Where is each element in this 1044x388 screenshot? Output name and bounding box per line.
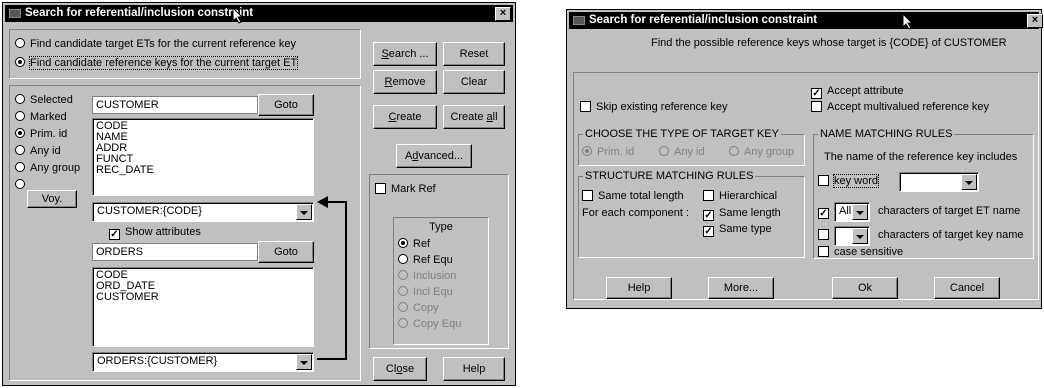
group-title: CHOOSE THE TYPE OF TARGET KEY — [583, 128, 781, 141]
mark-ref-panel: Mark Ref Type Ref Ref Equ Inclusion Incl… — [369, 174, 509, 349]
for-each-component-label: For each component : — [582, 207, 690, 219]
target-key-group: CHOOSE THE TYPE OF TARGET KEY Prim. id A… — [578, 128, 805, 166]
chevron-down-icon — [296, 354, 312, 370]
close-button[interactable]: Close — [373, 357, 427, 381]
list-item[interactable]: CUSTOMER — [93, 292, 313, 303]
right-dialog: Search for referential/inclusion constra… — [566, 9, 1043, 309]
reset-button[interactable]: Reset — [443, 42, 505, 66]
same-length-checkbox[interactable]: ✓ Same length — [703, 207, 781, 221]
close-icon[interactable]: × — [495, 7, 511, 21]
mode-radio-reference-keys[interactable]: Find candidate reference keys for the cu… — [15, 56, 299, 70]
type-title: Type — [429, 221, 453, 233]
clear-button[interactable]: Clear — [443, 70, 505, 94]
radio-any-id[interactable]: Any id — [15, 145, 61, 158]
cursor-icon — [903, 14, 914, 30]
system-menu-icon[interactable] — [9, 9, 21, 18]
left-title: Search for referential/inclusion constra… — [25, 7, 254, 19]
radio-any-group[interactable]: Any group — [15, 162, 80, 175]
target-et-count-combo[interactable]: All — [834, 202, 870, 222]
radio-icon — [15, 38, 25, 48]
same-type-checkbox[interactable]: ✓ Same type — [703, 223, 772, 237]
left-dialog: Search for referential/inclusion constra… — [2, 2, 516, 386]
chevron-down-icon — [961, 174, 977, 190]
case-sensitive-checkbox[interactable]: case sensitive — [818, 246, 903, 259]
ok-button[interactable]: Ok — [832, 277, 898, 299]
chevron-down-icon — [852, 204, 868, 220]
create-all-button[interactable]: Create all — [443, 105, 505, 129]
type-radio-incl-equ[interactable]: Incl Equ — [398, 286, 453, 299]
radio-prim-id[interactable]: Prim. id — [582, 146, 634, 159]
group-title: NAME MATCHING RULES — [818, 128, 955, 141]
radio-selected-icon — [15, 57, 25, 67]
et1-attribute-list[interactable]: CODE NAME ADDR FUNCT REC_DATE — [92, 118, 314, 196]
skip-existing-checkbox[interactable]: Skip existing reference key — [580, 101, 727, 114]
hierarchical-checkbox[interactable]: Hierarchical — [703, 190, 777, 203]
list-item[interactable]: REC_DATE — [93, 165, 313, 176]
goto-button-1[interactable]: Goto — [258, 94, 314, 116]
type-group: Type Ref Ref Equ Inclusion Incl Equ Copy… — [393, 217, 489, 345]
selection-panel: Selected Marked Prim. id Any id Any grou… — [9, 85, 361, 381]
type-radio-copy[interactable]: Copy — [398, 302, 439, 315]
target-et-name-checkbox[interactable]: ✓ — [818, 205, 834, 219]
name-rules-group: NAME MATCHING RULES The name of the refe… — [813, 128, 1034, 259]
accept-attribute-checkbox[interactable]: ✓ Accept attribute — [811, 85, 903, 99]
chevron-down-icon — [296, 204, 312, 220]
group-title: STRUCTURE MATCHING RULES — [583, 170, 756, 183]
cursor-icon — [233, 8, 244, 24]
type-radio-copy-equ[interactable]: Copy Equ — [398, 318, 461, 331]
target-et-label: characters of target ET name — [878, 205, 1021, 217]
search-button[interactable]: Search ... — [373, 42, 437, 66]
target-key-label: characters of target key name — [878, 229, 1024, 241]
mark-ref-checkbox[interactable]: Mark Ref — [375, 183, 436, 196]
mode-panel: Find candidate target ETs for the curren… — [9, 29, 361, 79]
radio-any-id[interactable]: Any id — [659, 146, 705, 159]
key-word-checkbox[interactable]: key word — [818, 174, 880, 188]
et1-key-combo[interactable]: CUSTOMER:{CODE} — [92, 202, 314, 222]
accept-multivalued-checkbox[interactable]: Accept multivalued reference key — [811, 101, 989, 114]
radio-prim-id[interactable]: Prim. id — [15, 128, 67, 141]
name-rules-desc: The name of the reference key includes — [824, 151, 1018, 163]
show-attributes-checkbox[interactable]: ✓ Show attributes — [109, 226, 201, 240]
chevron-down-icon — [852, 228, 868, 244]
et2-key-combo[interactable]: ORDERS:{CUSTOMER} — [92, 352, 314, 372]
target-key-name-checkbox[interactable] — [818, 229, 834, 242]
options-panel: ✓ Accept attribute Skip existing referenc… — [573, 72, 1039, 300]
left-title-bar: Search for referential/inclusion constra… — [5, 5, 513, 22]
voy-button[interactable]: Voy. — [27, 190, 77, 208]
right-title: Search for referential/inclusion constra… — [589, 14, 818, 26]
radio-marked[interactable]: Marked — [15, 111, 67, 124]
remove-button[interactable]: Remove — [373, 70, 437, 94]
system-menu-icon[interactable] — [573, 16, 585, 25]
et2-name-field: ORDERS — [92, 243, 258, 261]
dialog-heading: Find the possible reference keys whose t… — [651, 37, 1007, 49]
et1-name-field: CUSTOMER — [92, 96, 258, 114]
connector-arrow-icon — [317, 196, 347, 360]
type-radio-ref[interactable]: Ref — [398, 238, 430, 251]
goto-button-2[interactable]: Goto — [258, 241, 314, 263]
create-button[interactable]: Create — [373, 105, 437, 129]
cancel-button[interactable]: Cancel — [934, 277, 1000, 299]
target-key-count-combo[interactable] — [834, 226, 870, 246]
close-icon[interactable]: × — [1027, 14, 1043, 28]
radio-any-group[interactable]: Any group — [729, 146, 794, 159]
help-button[interactable]: Help — [606, 277, 672, 299]
right-title-bar: Search for referential/inclusion constra… — [569, 12, 1043, 29]
check-icon: ✓ — [109, 229, 120, 240]
advanced-button[interactable]: Advanced... — [396, 144, 472, 168]
type-radio-inclusion[interactable]: Inclusion — [398, 270, 456, 283]
et2-attribute-list[interactable]: CODE ORD_DATE CUSTOMER — [92, 267, 314, 347]
help-button[interactable]: Help — [443, 357, 505, 381]
key-word-combo[interactable] — [899, 172, 979, 192]
mode-radio-target-ets[interactable]: Find candidate target ETs for the curren… — [15, 38, 296, 51]
more-button[interactable]: More... — [708, 277, 774, 299]
structure-rules-group: STRUCTURE MATCHING RULES Same total leng… — [578, 170, 805, 258]
radio-selected[interactable]: Selected — [15, 94, 73, 107]
same-total-length-checkbox[interactable]: Same total length — [582, 190, 684, 203]
type-radio-ref-equ[interactable]: Ref Equ — [398, 254, 453, 267]
